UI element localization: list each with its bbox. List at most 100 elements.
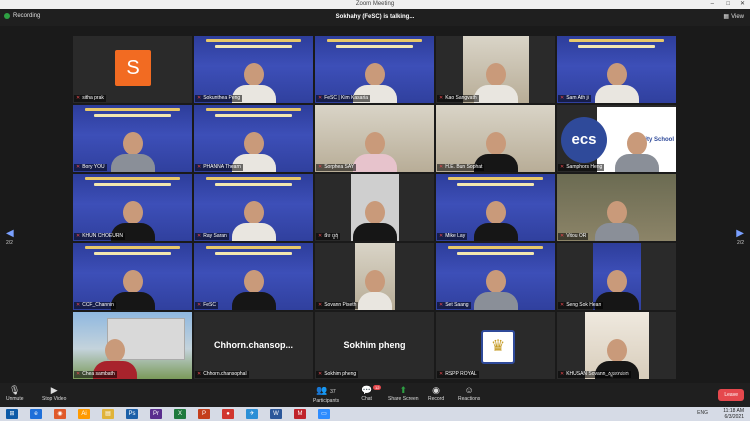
participant-video (352, 132, 397, 172)
video-tile[interactable]: ✕ ផឹប ពួតុំ (315, 174, 434, 241)
participant-video (110, 270, 155, 310)
next-page-button[interactable]: ▶ (736, 228, 744, 239)
participants-button[interactable]: 👥 37 Participants (313, 385, 339, 404)
taskbar-app-icon[interactable]: ▭ (318, 409, 330, 419)
video-tile[interactable]: Chhorn.chansop... ✕ Chhorn.chansophal (194, 312, 313, 379)
video-tile[interactable]: ✕ Sam Ath ji (557, 36, 676, 103)
video-tile[interactable]: ✕ Sorphea SAY (315, 105, 434, 172)
muted-mic-icon: ✕ (318, 95, 323, 101)
chat-icon: 💬 (361, 385, 373, 395)
banner-graphic (84, 108, 181, 111)
participant-video (473, 270, 518, 310)
minimize-button[interactable]: – (711, 0, 714, 9)
muted-mic-icon: ✕ (76, 233, 81, 239)
crown-emblem-icon: ♛ (481, 330, 515, 364)
taskbar-app-icon[interactable]: Ps (126, 409, 138, 419)
taskbar-app-icon[interactable]: Pr (150, 409, 162, 419)
muted-mic-icon: ✕ (560, 371, 565, 377)
chat-button[interactable]: 12 💬 Chat (361, 385, 382, 402)
participant-name: ✕ PHANNA Thearn (195, 164, 243, 171)
video-tile[interactable]: ✕ Seng Sok Hean (557, 243, 676, 310)
muted-mic-icon: ✕ (197, 371, 202, 377)
clock-date: 6/3/2021 (724, 414, 744, 420)
banner-graphic (447, 177, 544, 180)
participant-video (615, 132, 659, 172)
video-tile[interactable]: ✕ Vitou OR (557, 174, 676, 241)
video-tile[interactable]: ✕ Ray Saran (194, 174, 313, 241)
video-tile[interactable]: ✕ Sokunthea Peng (194, 36, 313, 103)
participant-avatar: S (115, 50, 151, 86)
close-window-button[interactable]: ✕ (740, 0, 745, 9)
video-tile[interactable]: ✕ FeSC (194, 243, 313, 310)
taskbar-clock[interactable]: 11:18 AM 6/3/2021 (723, 408, 744, 420)
video-tile[interactable]: ✕ Mike Lay (436, 174, 555, 241)
taskbar-app-icon[interactable]: ⊞ (6, 409, 18, 419)
video-tile[interactable]: ✕ H.E. Bun Sophat (436, 105, 555, 172)
taskbar-app-icon[interactable]: ◉ (54, 409, 66, 419)
chat-unread-badge: 12 (373, 385, 382, 390)
previous-page-button[interactable]: ◀ (6, 228, 14, 239)
banner-graphic (457, 252, 534, 255)
reactions-button[interactable]: ☺ Reactions (458, 385, 480, 402)
participant-name: ✕ Kao Sangvath (437, 95, 479, 102)
maximize-button[interactable]: □ (726, 0, 730, 9)
banner-graphic (94, 252, 171, 255)
taskbar-app-icon[interactable]: ✈ (246, 409, 258, 419)
participant-name: ✕ Sovann Piseth (316, 302, 359, 309)
view-button[interactable]: ▦ View (723, 13, 744, 21)
video-tile[interactable]: ♛ ✕ RSPP ROYAL (436, 312, 555, 379)
windows-taskbar: ⊞ e ◉ Ai ▤ Ps Pr X P ● ✈ W M ▭ ENG 11:18 AM 6/3/2021 (0, 407, 750, 421)
video-tile[interactable]: S ✕ sitha prak (73, 36, 192, 103)
stop-video-label: Stop Video (42, 396, 67, 402)
participant-name: ✕ CCF_Channin (74, 302, 116, 309)
participant-name: ✕ H.E. Bun Sophat (437, 164, 485, 171)
banner-graphic (84, 177, 181, 180)
muted-mic-icon: ✕ (560, 302, 565, 308)
banner-graphic (457, 183, 534, 186)
meeting-controls: 🎙 Unmute ▶ Stop Video 👥 37 Participants … (0, 383, 750, 407)
video-tile[interactable]: ✕ KHUSAN Sovann_ស្ទុនចាន់ខា (557, 312, 676, 379)
system-tray-lang[interactable]: ENG (697, 410, 708, 416)
banner-graphic (205, 246, 302, 249)
muted-mic-icon: ✕ (76, 164, 81, 170)
banner-graphic (215, 252, 292, 255)
taskbar-app-icon[interactable]: Ai (78, 409, 90, 419)
share-screen-button[interactable]: ⬆ Share Screen (388, 385, 419, 402)
record-button[interactable]: ◉ Record (428, 385, 444, 402)
grid-icon: ▦ (723, 14, 730, 20)
participant-video (463, 36, 529, 103)
taskbar-app-icon[interactable]: ● (222, 409, 234, 419)
video-tile[interactable]: ✕ PHANNA Thearn (194, 105, 313, 172)
video-tile[interactable]: ✕ FeSC | Kim Kasaria (315, 36, 434, 103)
taskbar-app-icon[interactable]: M (294, 409, 306, 419)
leave-button[interactable]: Leave (718, 389, 744, 401)
participant-name: ✕ Set Saang (437, 302, 471, 309)
video-tile[interactable]: nity School ecs ✕ Samphors Heng (557, 105, 676, 172)
taskbar-app-icon[interactable]: ▤ (102, 409, 114, 419)
unmute-button[interactable]: 🎙 Unmute (6, 385, 24, 402)
muted-mic-icon: ✕ (439, 302, 444, 308)
window-titlebar: Zoom Meeting – □ ✕ (0, 0, 750, 9)
video-tile[interactable]: ✕ Set Saang (436, 243, 555, 310)
video-tile[interactable]: ✕ CCF_Channin (73, 243, 192, 310)
muted-mic-icon: ✕ (318, 371, 323, 377)
participant-video (594, 63, 639, 103)
video-tile[interactable]: ✕ Bory YOU (73, 105, 192, 172)
taskbar-app-icon[interactable]: P (198, 409, 210, 419)
banner-graphic (84, 246, 181, 249)
taskbar-app-icon[interactable]: W (270, 409, 282, 419)
video-tile[interactable]: ✕ Sovann Piseth (315, 243, 434, 310)
video-tile[interactable]: ✕ Kao Sangvath (436, 36, 555, 103)
stop-video-button[interactable]: ▶ Stop Video (42, 385, 66, 402)
video-tile[interactable]: ✕ KHUN CHOEURN (73, 174, 192, 241)
reactions-label: Reactions (458, 396, 481, 402)
taskbar-app-icon[interactable]: X (174, 409, 186, 419)
participant-video (355, 243, 395, 310)
muted-mic-icon: ✕ (439, 95, 444, 101)
video-tile[interactable]: Sokhim pheng ✕ Sokhim pheng (315, 312, 434, 379)
taskbar-app-icon[interactable]: e (30, 409, 42, 419)
participant-name: ✕ FeSC | Kim Kasaria (316, 95, 371, 102)
muted-mic-icon: ✕ (560, 164, 565, 170)
video-tile[interactable]: ✕ Chea sambath (73, 312, 192, 379)
participant-name: ✕ Ray Saran (195, 233, 229, 240)
